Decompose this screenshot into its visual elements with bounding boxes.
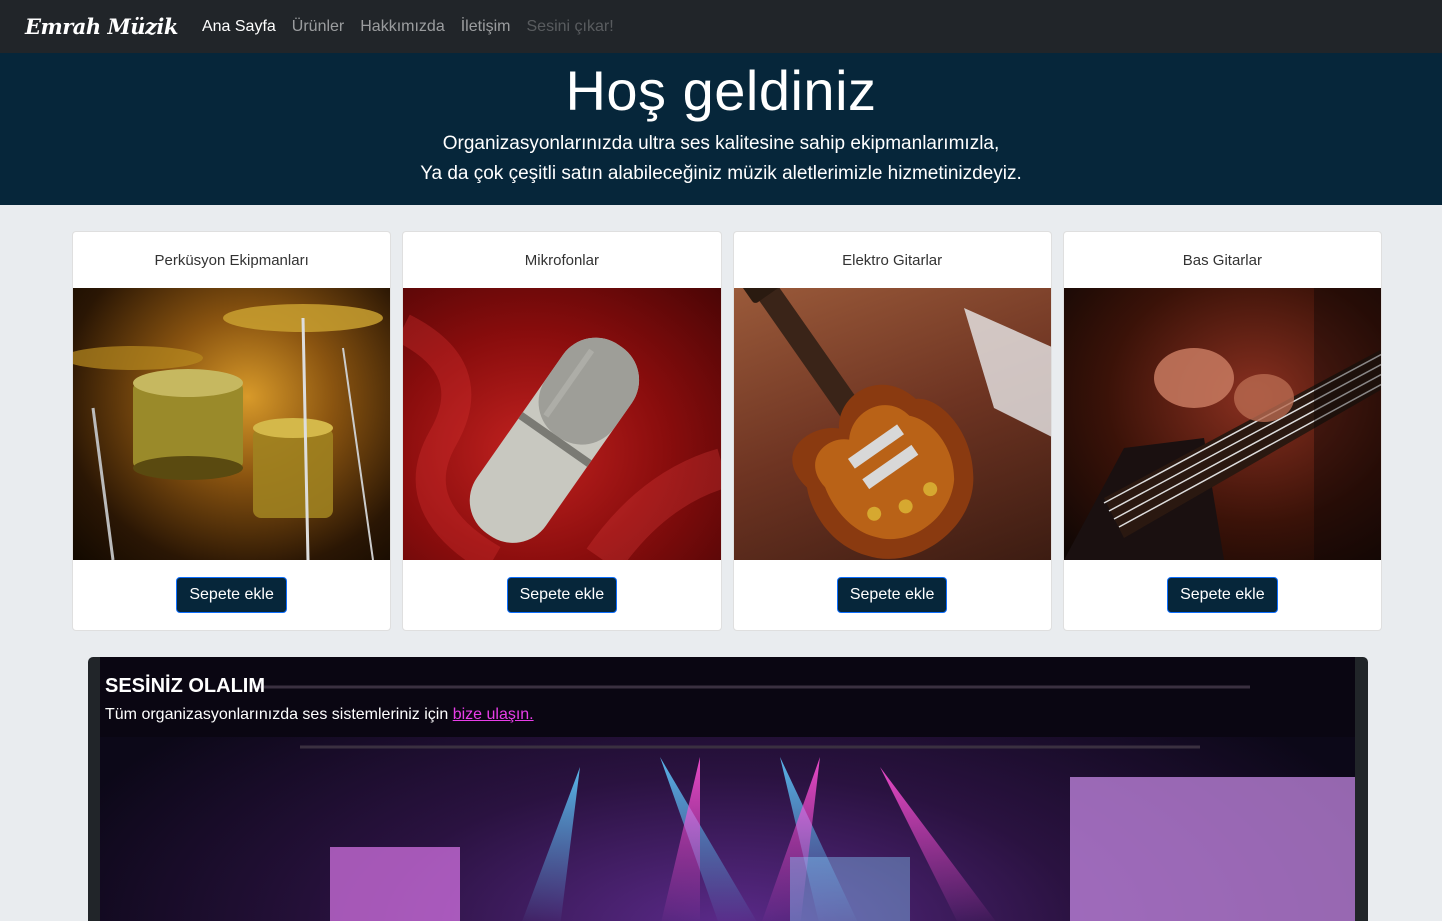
concert-heading: SESİNİZ OLALIM [105,675,265,697]
electric-guitar-photo [733,288,1051,560]
product-card-mikrofonlar: Mikrofonlar Sepete ekle [402,231,722,631]
drums-photo [73,288,391,560]
product-card-bas-gitarlar: Bas Gitarlar Sepete ekle [1062,231,1382,631]
nav-link-ana-sayfa[interactable]: Ana Sayfa [202,18,276,36]
add-to-cart-button[interactable]: Sepete ekle [1167,577,1278,613]
concert-text: Tüm organizasyonlarınızda ses sistemleri… [105,706,453,723]
bass-guitar-photo [1063,288,1381,560]
top-navbar: Emrah Müzik Ana Sayfa Ürünler Hakkımızda… [0,0,1442,53]
card-title: Perküsyon Ekipmanları [154,251,309,269]
product-card-elektro-gitarlar: Elektro Gitarlar Sepete ekle [732,231,1052,631]
hero-title: Hoş geldiniz [565,59,877,122]
contact-us-link[interactable]: bize ulaşın. [453,706,534,723]
product-card-perkusyon: Perküsyon Ekipmanları Sepete ekle [72,231,392,631]
add-to-cart-button[interactable]: Sepete ekle [836,577,948,613]
nav-link-urunler[interactable]: Ürünler [292,18,344,36]
microphone-photo [403,288,721,560]
add-to-cart-button[interactable]: Sepete ekle [506,577,618,613]
nav-link-sesini-cikar: Sesini çıkar! [526,17,614,35]
hero-lead-line-1: Organizasyonlarınızda ultra ses kalitesi… [442,133,1000,154]
add-to-cart-button[interactable]: Sepete ekle [176,577,287,613]
product-cards: Perküsyon Ekipmanları Sepete ekle Mikrof… [72,231,1382,631]
card-title: Bas Gitarlar [1182,251,1262,269]
card-title: Mikrofonlar [524,251,599,269]
hero-banner: Hoş geldiniz Organizasyonlarınızda ultra… [0,53,1442,205]
brand-logo[interactable]: Emrah Müzik [25,14,178,39]
nav-link-hakkimizda[interactable]: Hakkımızda [360,18,444,36]
concert-description: Tüm organizasyonlarınızda ses sistemleri… [105,706,534,724]
card-title: Elektro Gitarlar [842,251,943,269]
nav-link-iletisim[interactable]: İletişim [461,18,511,36]
concert-banner: SESİNİZ OLALIM Tüm organizasyonlarınızda… [88,657,1368,921]
hero-lead-line-2: Ya da çok çeşitli satın alabileceğiniz m… [420,163,1022,184]
